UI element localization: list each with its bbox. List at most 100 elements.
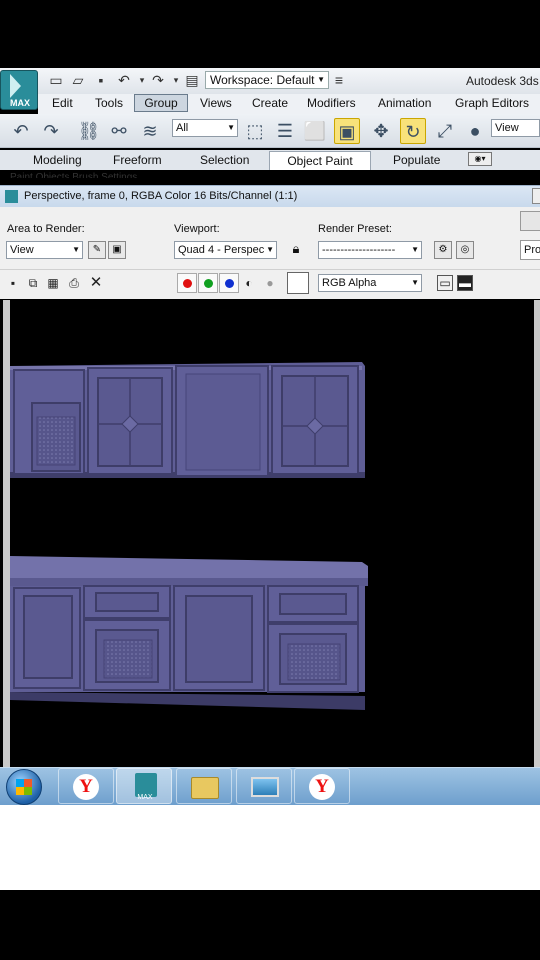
tab-freeform[interactable]: Freeform — [113, 153, 162, 167]
color-swatch[interactable] — [287, 272, 309, 294]
alpha-toggle-icon[interactable]: ◐ — [242, 276, 256, 290]
unlink-icon[interactable]: ⚯ — [106, 118, 132, 144]
menu-graph-editors[interactable]: Graph Editors — [455, 96, 529, 110]
tab-object-paint[interactable]: Object Paint — [269, 151, 371, 170]
select-and-rotate-icon[interactable]: ↻ — [400, 118, 426, 144]
reference-coordinate-dropdown[interactable]: View — [491, 119, 540, 137]
undo-icon[interactable]: ↶ — [8, 118, 34, 144]
redo-dropdown-icon[interactable]: ▾ — [168, 72, 184, 88]
customize-qat-icon[interactable]: ≡ — [331, 72, 347, 88]
chevron-down-icon: ▼ — [411, 278, 419, 287]
place-icon[interactable]: ● — [462, 118, 488, 144]
chevron-down-icon: ▼ — [72, 245, 80, 254]
select-object-icon[interactable]: ⬚ — [242, 118, 268, 144]
windows-logo-icon — [16, 779, 32, 795]
chevron-down-icon: ▼ — [266, 245, 274, 254]
rendered-image — [3, 300, 540, 767]
render-window-titlebar: Perspective, frame 0, RGBA Color 16 Bits… — [0, 185, 540, 207]
new-file-icon[interactable]: ▭ — [48, 72, 64, 88]
area-to-render-dropdown[interactable]: View ▼ — [6, 241, 83, 259]
start-button[interactable] — [6, 769, 42, 805]
blank-area — [0, 805, 540, 890]
clone-window-icon[interactable]: ▦ — [46, 276, 60, 290]
edit-region-icon[interactable]: ✎ — [88, 241, 106, 259]
print-icon[interactable]: ⎙ — [67, 276, 81, 290]
upper-cabinet-row — [10, 362, 365, 478]
auto-region-icon[interactable]: ▣ — [108, 241, 126, 259]
clear-icon[interactable]: ✕ — [89, 275, 103, 290]
tab-modeling[interactable]: Modeling — [33, 153, 82, 167]
menu-edit[interactable]: Edit — [52, 96, 73, 110]
blue-channel-toggle[interactable] — [219, 273, 239, 293]
channel-display-dropdown[interactable]: RGB Alpha ▼ — [318, 274, 422, 292]
bind-to-space-warp-icon[interactable]: ≋ — [137, 118, 163, 144]
select-and-link-icon[interactable]: ⛓ — [76, 118, 102, 144]
production-dropdown[interactable]: Pro — [520, 240, 540, 260]
monochrome-toggle-icon[interactable]: ● — [263, 276, 277, 290]
menu-modifiers[interactable]: Modifiers — [307, 96, 356, 110]
workspace-dropdown[interactable]: Workspace: Default ▼ — [205, 71, 329, 89]
select-and-scale-icon[interactable]: ⤢ — [432, 118, 458, 144]
yandex-browser-icon: Y — [73, 774, 99, 800]
app-menu-button[interactable]: MAX — [0, 70, 38, 110]
green-channel-toggle[interactable] — [198, 273, 218, 293]
viewport-label: Viewport: — [174, 223, 220, 235]
red-channel-toggle[interactable] — [177, 273, 197, 293]
tab-populate[interactable]: Populate — [393, 153, 440, 167]
toggle-ui-icon[interactable]: ▬ — [457, 275, 473, 291]
menu-tools[interactable]: Tools — [95, 96, 123, 110]
taskbar-3dsmax[interactable]: MAX — [116, 768, 172, 804]
taskbar-yandex-browser[interactable]: Y — [58, 768, 114, 804]
tab-selection[interactable]: Selection — [200, 153, 249, 167]
blue-dot-icon — [225, 279, 234, 288]
select-by-name-icon[interactable]: ☰ — [272, 118, 298, 144]
taskbar-file-explorer[interactable] — [176, 768, 232, 804]
menu-create[interactable]: Create — [252, 96, 288, 110]
save-image-icon[interactable]: ▪ — [6, 276, 20, 290]
open-folder-icon[interactable]: ▱ — [70, 72, 86, 88]
redo-icon[interactable]: ↷ — [38, 118, 64, 144]
selection-filter-value: All — [176, 122, 189, 134]
taskbar-yandex-browser-2[interactable]: Y — [294, 768, 350, 804]
screen: { "title_bar": { "workspace": "Workspace… — [0, 0, 540, 960]
environment-icon[interactable]: ◎ — [456, 241, 474, 259]
window-crossing-icon[interactable]: ▣ — [334, 118, 360, 144]
undo-dropdown-icon[interactable]: ▾ — [134, 72, 150, 88]
green-dot-icon — [204, 279, 213, 288]
render-preset-dropdown[interactable]: -------------------- ▼ — [318, 241, 422, 259]
ribbon-subpanel: Paint Objects Brush Settings — [10, 172, 138, 178]
chevron-down-icon: ▼ — [411, 245, 419, 254]
save-icon[interactable]: ▪ — [93, 72, 109, 88]
menu-views[interactable]: Views — [200, 96, 232, 110]
undo-icon[interactable]: ↶ — [116, 72, 132, 88]
3dsmax-logo-icon — [10, 74, 21, 98]
3dsmax-taskbar-text: MAX — [137, 794, 153, 801]
area-to-render-label: Area to Render: — [7, 223, 85, 235]
yandex-browser-icon: Y — [309, 774, 335, 800]
red-dot-icon — [183, 279, 192, 288]
folder-icon — [191, 777, 219, 799]
toggle-ui-overlay-icon[interactable]: ▭ — [437, 275, 453, 291]
ribbon-options-icon[interactable]: ◉▾ — [468, 152, 492, 166]
render-setup-icon[interactable]: ⚙ — [434, 241, 452, 259]
project-folder-icon[interactable]: ▤ — [184, 72, 200, 88]
channel-display-value: RGB Alpha — [322, 277, 377, 289]
redo-icon[interactable]: ↷ — [150, 72, 166, 88]
app-title: Autodesk 3ds M — [466, 74, 540, 88]
base-cabinet-row — [10, 556, 368, 710]
chevron-down-icon: ▼ — [227, 123, 235, 132]
copy-image-icon[interactable]: ⧉ — [26, 276, 40, 290]
render-preset-label: Render Preset: — [318, 223, 392, 235]
chevron-down-icon: ▼ — [317, 75, 325, 84]
viewport-dropdown[interactable]: Quad 4 - Perspec ▼ — [174, 241, 277, 259]
workspace-label: Workspace: Default — [210, 73, 315, 87]
menu-group[interactable]: Group — [134, 94, 188, 112]
rectangular-selection-icon[interactable]: ⬜ — [302, 118, 328, 144]
render-button[interactable] — [520, 211, 540, 231]
taskbar-image-viewer[interactable] — [236, 768, 292, 804]
window-control-button[interactable] — [532, 188, 540, 204]
select-and-move-icon[interactable]: ✥ — [368, 118, 394, 144]
menu-animation[interactable]: Animation — [378, 96, 431, 110]
lock-icon[interactable]: 🔒︎ — [287, 241, 305, 259]
selection-filter-dropdown[interactable]: All ▼ — [172, 119, 238, 137]
